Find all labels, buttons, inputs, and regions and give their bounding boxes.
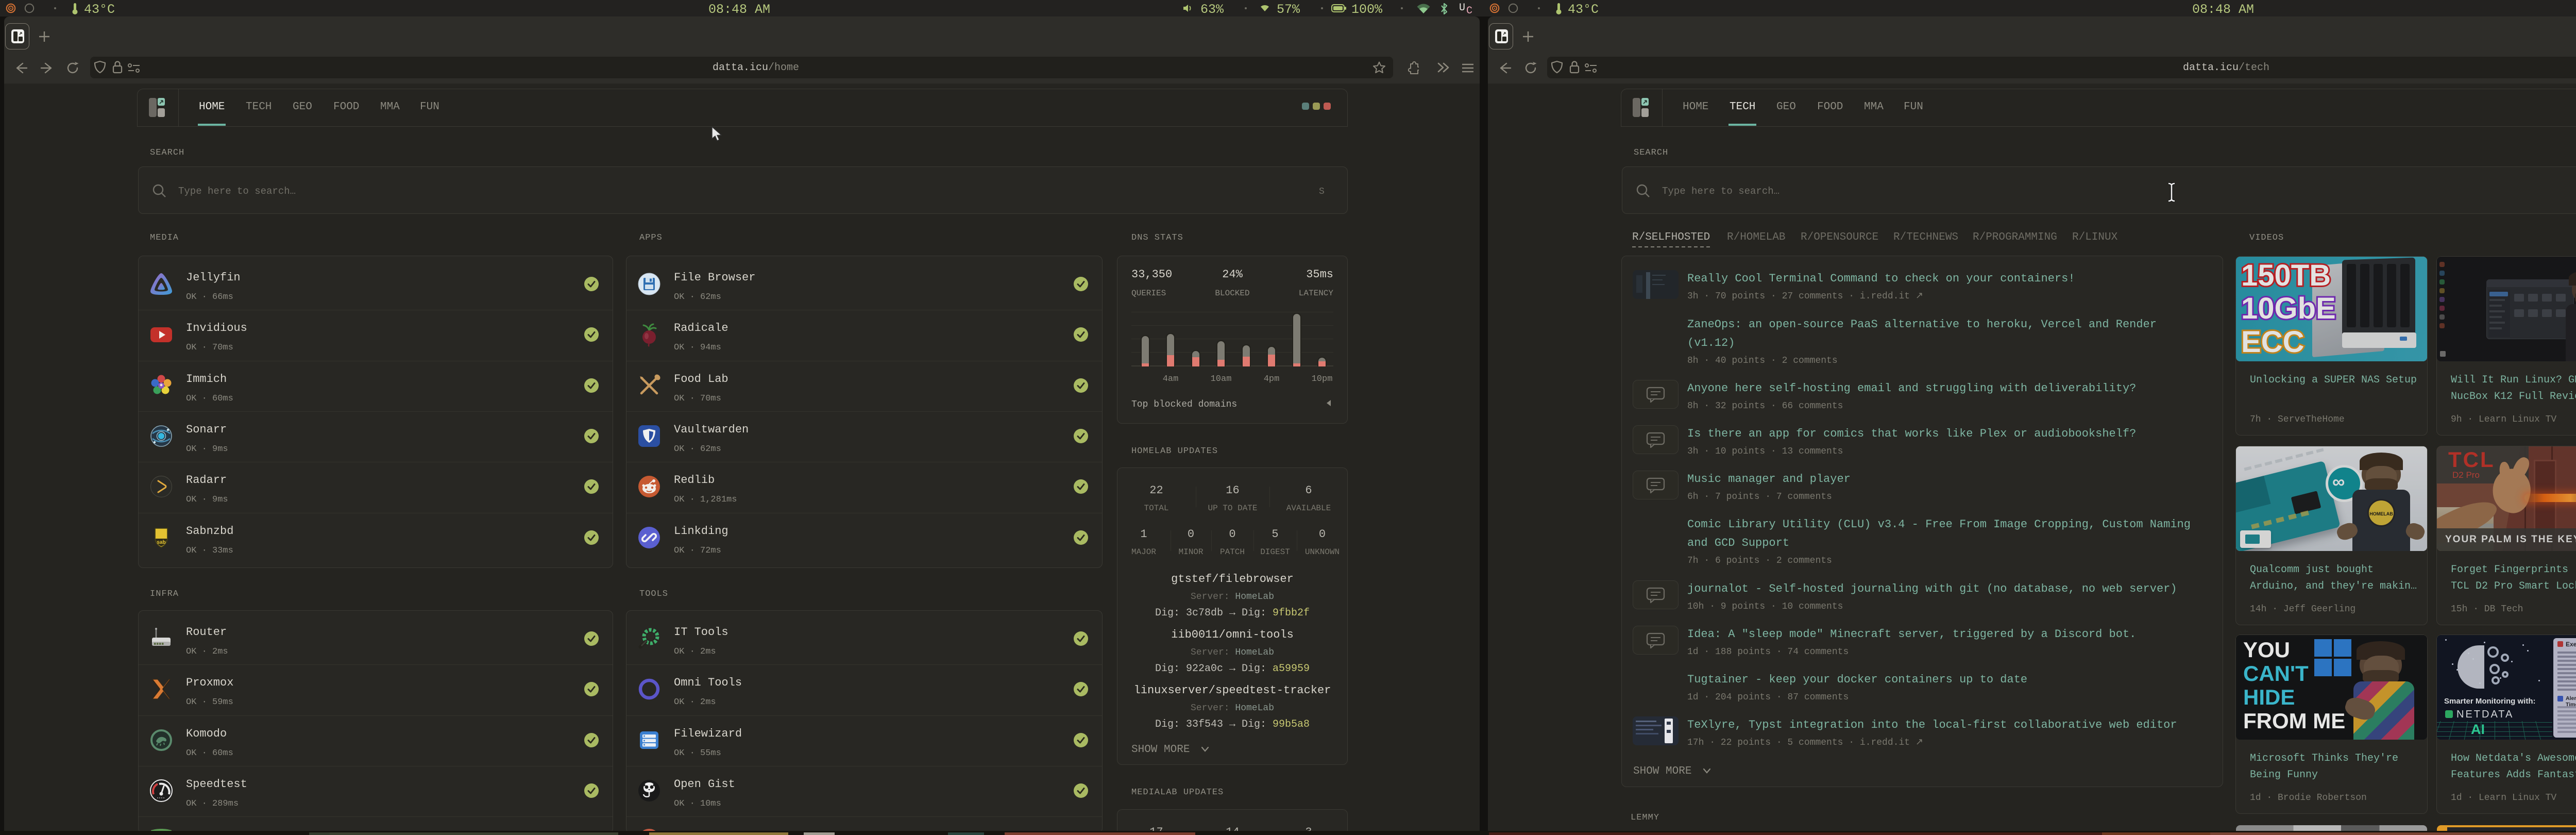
svg-text:sab: sab [157, 540, 165, 545]
